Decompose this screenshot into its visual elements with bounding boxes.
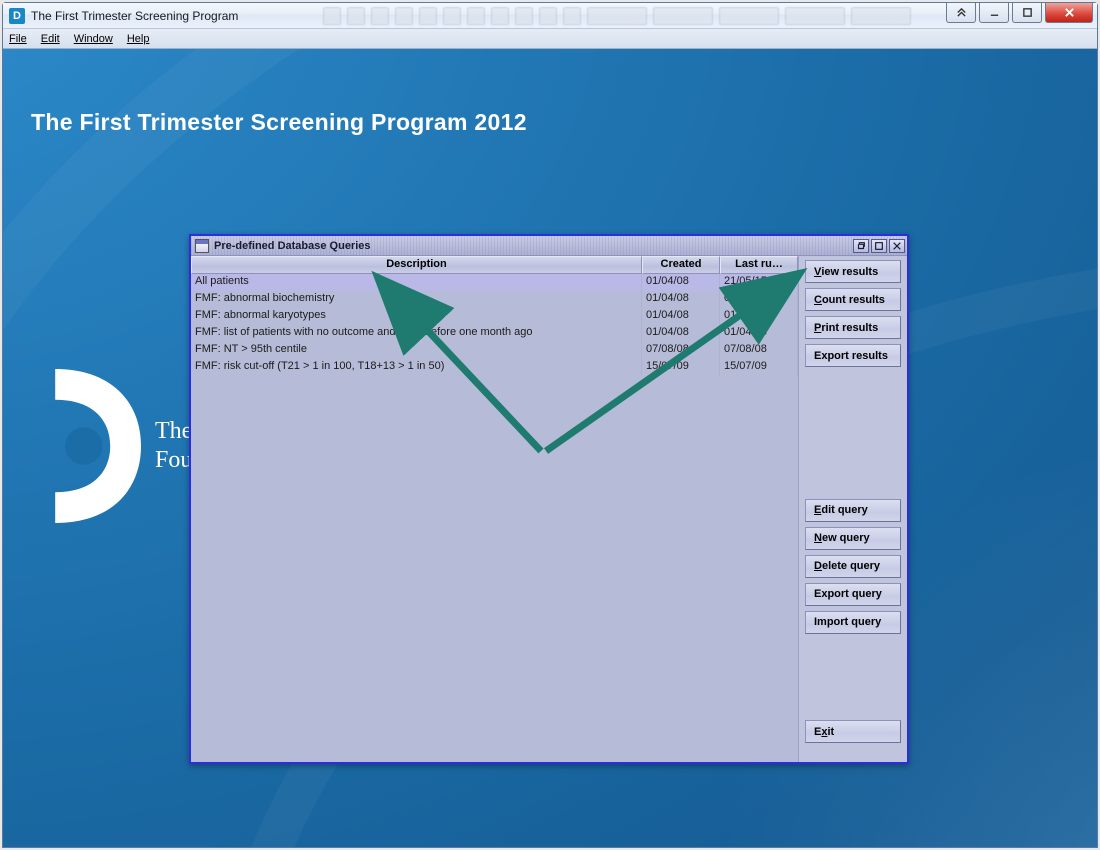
cell-description: FMF: NT > 95th centile: [191, 342, 642, 359]
extra-window-button[interactable]: [946, 3, 976, 23]
maximize-button[interactable]: [1012, 3, 1042, 23]
dialog-body: Description Created Last ru… All patient…: [191, 256, 907, 762]
menubar: File Edit Window Help: [3, 29, 1097, 49]
logo-text-line2: Fou: [155, 446, 192, 475]
edit-query-button[interactable]: Edit query: [805, 499, 901, 522]
count-results-button[interactable]: Count results: [805, 288, 901, 311]
client-area: The First Trimester Screening Program 20…: [3, 49, 1097, 847]
export-results-button[interactable]: Export results: [805, 344, 901, 367]
cell-created: 01/04/08: [642, 308, 720, 325]
menu-edit[interactable]: Edit: [41, 33, 60, 45]
dialog-titlebar: Pre-defined Database Queries: [191, 236, 907, 256]
window-controls: [946, 3, 1093, 23]
table-row[interactable]: FMF: abnormal biochemistry01/04/0801/04/…: [191, 291, 798, 308]
cell-lastrun: 15/07/09: [720, 359, 798, 376]
cell-created: 01/04/08: [642, 274, 720, 291]
col-header-created[interactable]: Created: [642, 256, 720, 274]
logo: The Fou: [31, 369, 192, 523]
dialog-restore-button[interactable]: [853, 239, 869, 253]
app-icon: D: [9, 8, 25, 24]
cell-lastrun: 07/08/08: [720, 342, 798, 359]
exit-button[interactable]: Exit: [805, 720, 901, 743]
button-pane: View results Count results Print results…: [799, 256, 907, 762]
titlebar: D The First Trimester Screening Program: [3, 3, 1097, 29]
obscured-toolbar: [323, 5, 953, 27]
annotation-arrows: [191, 236, 911, 766]
cell-lastrun: 01/04/08: [720, 291, 798, 308]
queries-dialog: Pre-defined Database Queries Description…: [189, 234, 909, 764]
cell-description: FMF: risk cut-off (T21 > 1 in 100, T18+1…: [191, 359, 642, 376]
print-results-button[interactable]: Print results: [805, 316, 901, 339]
dialog-icon: [195, 239, 209, 253]
cell-created: 01/04/08: [642, 291, 720, 308]
app-window: D The First Trimester Screening Program …: [2, 2, 1098, 848]
logo-text: The Fou: [155, 417, 192, 475]
menu-help[interactable]: Help: [127, 33, 150, 45]
page-title: The First Trimester Screening Program 20…: [31, 109, 527, 136]
table-row[interactable]: FMF: risk cut-off (T21 > 1 in 100, T18+1…: [191, 359, 798, 376]
import-query-button[interactable]: Import query: [805, 611, 901, 634]
logo-text-line1: The: [155, 417, 192, 446]
close-button[interactable]: [1045, 3, 1093, 23]
col-header-description[interactable]: Description: [191, 256, 642, 274]
new-query-button[interactable]: New query: [805, 527, 901, 550]
menu-window[interactable]: Window: [74, 33, 113, 45]
table-row[interactable]: FMF: NT > 95th centile07/08/0807/08/08: [191, 342, 798, 359]
table-row[interactable]: FMF: list of patients with no outcome an…: [191, 325, 798, 342]
cell-description: FMF: abnormal karyotypes: [191, 308, 642, 325]
cell-created: 07/08/08: [642, 342, 720, 359]
cell-lastrun: 21/05/15: [720, 274, 798, 291]
export-query-button[interactable]: Export query: [805, 583, 901, 606]
query-table: Description Created Last ru… All patient…: [191, 256, 799, 762]
delete-query-button[interactable]: Delete query: [805, 555, 901, 578]
cell-description: FMF: list of patients with no outcome an…: [191, 325, 642, 342]
table-row[interactable]: FMF: abnormal karyotypes01/04/0801/04/08: [191, 308, 798, 325]
column-headers: Description Created Last ru…: [191, 256, 798, 274]
cell-description: FMF: abnormal biochemistry: [191, 291, 642, 308]
table-row[interactable]: All patients01/04/0821/05/15: [191, 274, 798, 291]
col-header-lastrun[interactable]: Last ru…: [720, 256, 798, 274]
logo-mark-icon: [31, 369, 141, 523]
cell-created: 15/07/09: [642, 359, 720, 376]
view-results-button[interactable]: View results: [805, 260, 901, 283]
cell-lastrun: 01/04/08: [720, 325, 798, 342]
cell-created: 01/04/08: [642, 325, 720, 342]
cell-description: All patients: [191, 274, 642, 291]
dialog-close-button[interactable]: [889, 239, 905, 253]
window-title: The First Trimester Screening Program: [31, 9, 238, 23]
cell-lastrun: 01/04/08: [720, 308, 798, 325]
dialog-title: Pre-defined Database Queries: [214, 240, 371, 252]
minimize-button[interactable]: [979, 3, 1009, 23]
dialog-maximize-button[interactable]: [871, 239, 887, 253]
menu-file[interactable]: File: [9, 33, 27, 45]
